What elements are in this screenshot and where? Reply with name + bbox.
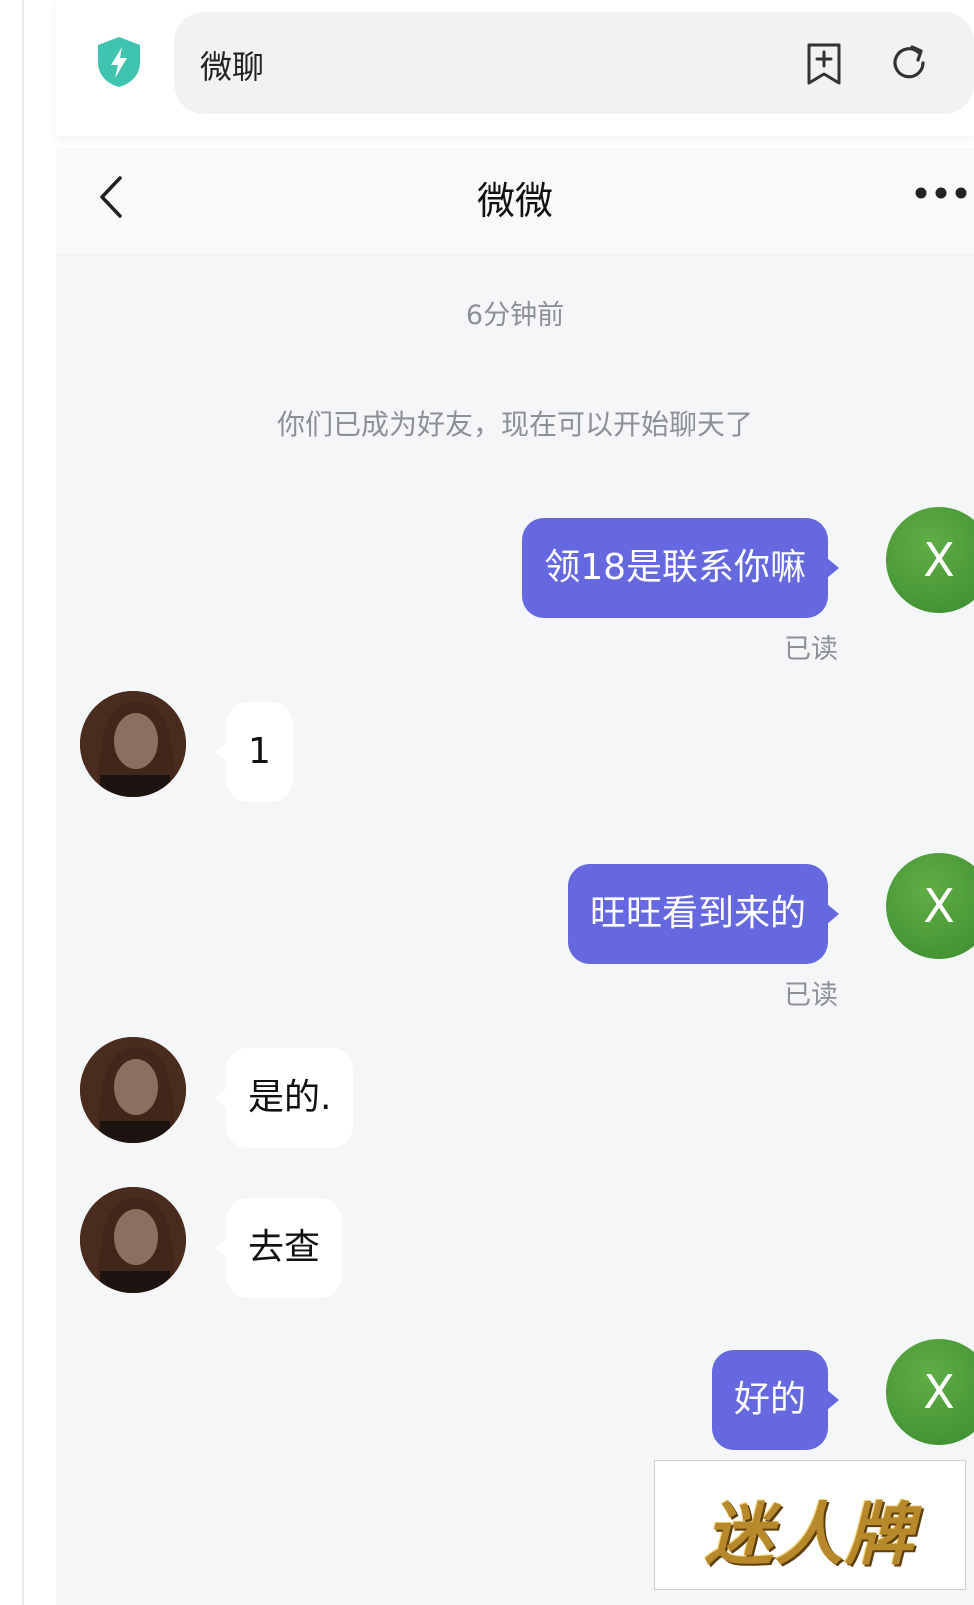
outgoing-message-bubble[interactable]: 领18是联系你嘛 (522, 518, 839, 618)
bookmark-add-icon[interactable] (804, 42, 844, 86)
address-text[interactable]: 微聊 (200, 42, 264, 88)
left-window-edge (0, 0, 24, 1605)
chat-title: 微微 (476, 179, 553, 223)
chat-header: 微微 (56, 148, 974, 255)
contact-avatar-photo (80, 1037, 186, 1143)
watermark-text: 迷人牌 (704, 1496, 915, 1575)
outgoing-message-bubble[interactable]: 旺旺看到来的 (567, 864, 840, 964)
address-bar[interactable]: 微聊 (174, 12, 974, 114)
contact-avatar[interactable] (80, 1037, 186, 1143)
my-avatar[interactable]: X (886, 507, 974, 613)
contact-avatar[interactable] (80, 691, 186, 797)
outgoing-message-bubble[interactable]: 好的 (711, 1350, 840, 1450)
contact-avatar-photo (80, 691, 186, 797)
chat-message-area[interactable]: 6分钟前 你们已成为好友，现在可以开始聊天了 领18是联系你嘛 已读 X 1 旺… (56, 255, 974, 1605)
message-timestamp: 6分钟前 (465, 300, 565, 331)
my-avatar[interactable]: X (886, 853, 974, 959)
reload-icon[interactable] (888, 42, 930, 84)
incoming-message-bubble[interactable]: 1 (215, 702, 293, 802)
watermark-logo: 迷人牌 (654, 1460, 966, 1590)
contact-avatar-photo (80, 1187, 186, 1293)
incoming-message-bubble[interactable]: 去查 (214, 1198, 343, 1298)
read-receipt: 已读 (784, 634, 838, 665)
read-receipt: 已读 (784, 980, 838, 1011)
browser-top-bar: 微聊 (56, 0, 974, 136)
contact-avatar[interactable] (80, 1187, 186, 1293)
my-avatar[interactable]: X (886, 1339, 974, 1445)
more-dots-icon[interactable] (914, 186, 974, 200)
system-message: 你们已成为好友，现在可以开始聊天了 (276, 408, 753, 441)
shield-bolt-icon[interactable] (96, 36, 142, 88)
incoming-message-bubble[interactable]: 是的. (214, 1048, 354, 1148)
